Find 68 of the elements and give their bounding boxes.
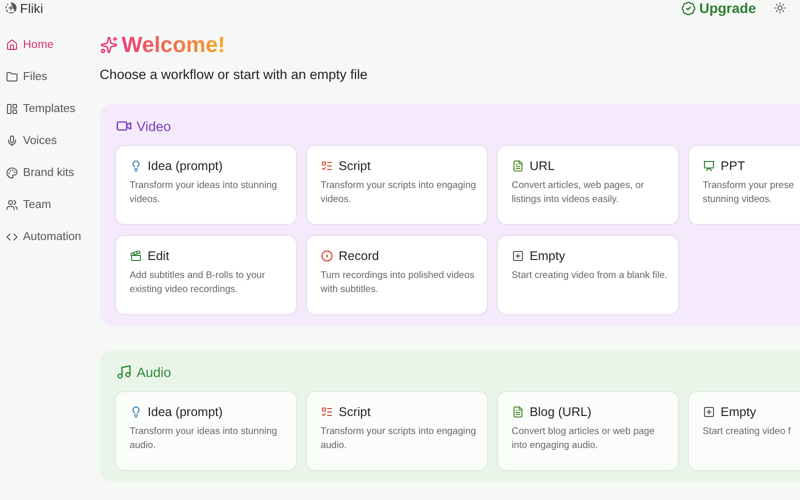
card-title: Empty [530, 249, 566, 263]
record-icon [320, 250, 333, 262]
script-lines-icon [320, 406, 333, 418]
upgrade-link[interactable]: Upgrade [681, 0, 756, 16]
sidebar-item[interactable]: Files [6, 67, 88, 86]
sidebar-item[interactable]: Home [6, 35, 88, 54]
workflow-card[interactable]: Record Turn recordings into polished videos with subtitles. [306, 236, 487, 314]
card-description: Convert articles, web pages, or listings into videos easily. [512, 179, 645, 207]
home-icon [6, 38, 18, 50]
card-title: Idea (prompt) [148, 405, 223, 419]
card-description: Transform your scripts into engaging videos. [320, 179, 477, 207]
workflow-card[interactable]: Idea (prompt) Transform your ideas into stunning videos. [116, 146, 296, 224]
subtitle: Choose a workflow or start with an empty file [100, 67, 368, 82]
workflow-card[interactable]: Script Transform your scripts into engaging videos. [306, 146, 487, 224]
card-description: Start creating video f [702, 425, 792, 439]
card-title: Script [338, 405, 371, 419]
code-brackets-icon [6, 230, 18, 242]
script-lines-icon [320, 160, 333, 172]
workflow-card[interactable]: Edit Add subtitles and B-rolls to your existing video recordings. [116, 236, 296, 314]
card-title: Empty [720, 405, 756, 419]
workflow-card[interactable]: URL Convert articles, web pages, or listings into videos easily. [498, 146, 678, 224]
card-title: PPT [720, 159, 745, 173]
bulb-icon [130, 406, 142, 418]
card-description: Transform your ideas into stunning audio. [130, 425, 278, 453]
card-description: Transform your prese stunning videos. [702, 179, 794, 207]
theme-toggle-icon[interactable] [774, 2, 786, 14]
card-description: Turn recordings into polished videos with subtitles. [320, 269, 476, 297]
section-title: Video [136, 118, 171, 134]
card-description: Convert blog articles or web page into engaging audio. [512, 425, 656, 453]
music-note-icon [116, 364, 132, 380]
card-description: Transform your scripts into engaging audio. [320, 425, 477, 453]
card-title: Idea (prompt) [148, 159, 223, 173]
sidebar-item[interactable]: Team [6, 195, 88, 214]
sidebar-item[interactable]: Brand kits [6, 163, 88, 182]
workflow-card[interactable]: Blog (URL) Convert blog articles or web page into engaging audio. [498, 392, 678, 470]
workflow-card[interactable]: Idea (prompt) Transform your ideas into stunning audio. [116, 392, 296, 470]
sidebar-item[interactable]: Templates [6, 99, 88, 118]
sidebar-item[interactable]: Voices [6, 131, 88, 150]
palette-icon [6, 166, 18, 178]
microphone-icon [6, 134, 18, 146]
plus-square-icon [512, 250, 524, 262]
folder-icon [6, 70, 18, 82]
card-title: Script [338, 159, 371, 173]
card-title: Record [338, 249, 379, 263]
card-title: URL [530, 159, 555, 173]
document-icon [512, 406, 524, 418]
layout-icon [6, 102, 18, 114]
workflow-card[interactable]: PPT Transform your prese stunning videos. [688, 146, 800, 224]
sidebar-item[interactable]: Automation [6, 227, 88, 246]
presentation-icon [702, 160, 715, 172]
card-title: Edit [148, 249, 170, 263]
section-title: Audio [136, 364, 172, 380]
sparkles-icon [100, 36, 118, 54]
card-description: Transform your ideas into stunning videos. [130, 179, 278, 207]
bulb-icon [130, 160, 142, 172]
document-icon [512, 160, 524, 172]
logo-icon [5, 2, 17, 14]
users-icon [6, 198, 18, 210]
card-title: Blog (URL) [530, 405, 592, 419]
brand-name: Fliki [20, 0, 44, 16]
plus-square-icon [702, 406, 715, 418]
card-description: Add subtitles and B-rolls to your existing video recordings. [130, 269, 266, 297]
workflow-card[interactable]: Empty Start creating video from a blank file. [498, 236, 678, 314]
card-description: Start creating video from a blank file. [512, 269, 668, 283]
clapperboard-icon [130, 250, 142, 262]
workflow-card[interactable]: Empty Start creating video f [688, 392, 800, 470]
workflow-card[interactable]: Script Transform your scripts into engaging audio. [306, 392, 487, 470]
badge-check-icon [681, 0, 696, 16]
